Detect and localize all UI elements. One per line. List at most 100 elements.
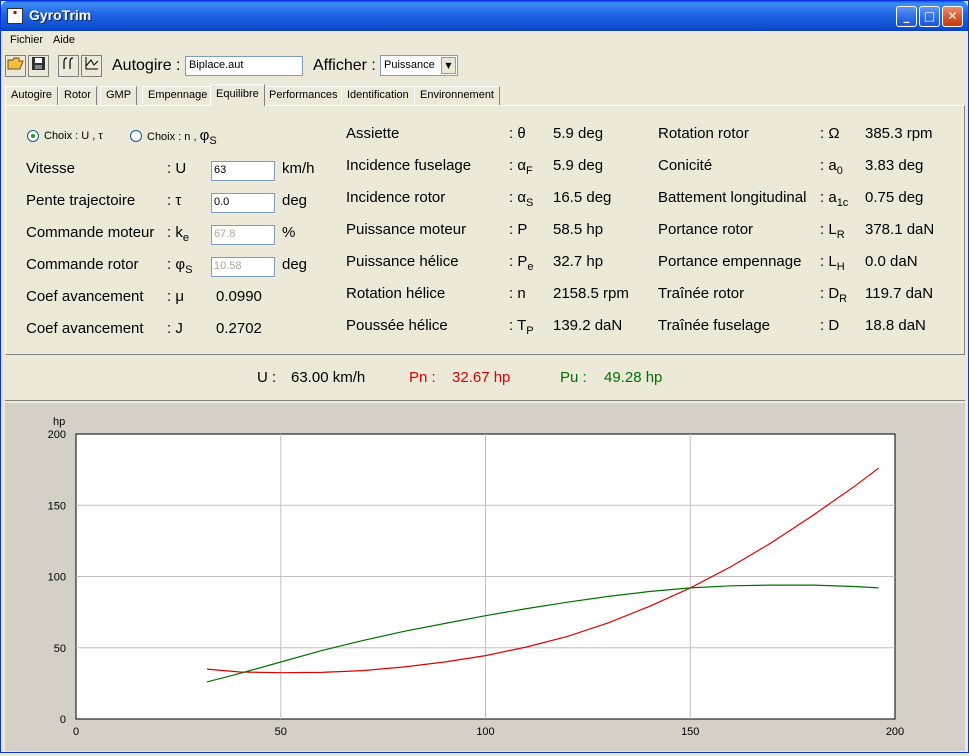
equilibre-panel: Choix : U , τ Choix : n , φS Vitesse: U 6… [5, 105, 965, 355]
tab-equilibre[interactable]: Equilibre [210, 84, 265, 106]
trim-icon[interactable] [58, 55, 79, 77]
input-symbol: : φS [167, 256, 193, 276]
tab-empennage[interactable]: Empennage [142, 86, 214, 105]
unit-label: deg [282, 256, 308, 273]
result-label: Incidence fuselage [346, 157, 472, 174]
title-bar[interactable]: ▪ GyroTrim _ □ ✕ [1, 1, 968, 31]
y-tick-label: 0 [60, 714, 66, 726]
input-symbol: : τ [167, 192, 182, 209]
value-field[interactable]: 10.58 [211, 257, 275, 277]
unit-label: km/h [282, 160, 315, 177]
afficher-select[interactable]: Puissance ▼ [380, 55, 458, 76]
result-value: 139.2 daN [553, 317, 623, 334]
result-value: 58.5 hp [553, 221, 604, 238]
autogire-label: Autogire : [112, 57, 181, 74]
result-symbol: : TP [509, 317, 534, 337]
result-label: Traînée fuselage [658, 317, 771, 334]
input-label: Vitesse [26, 160, 75, 177]
toolbar: Autogire : Biplace.aut Afficher : Puissa… [1, 52, 968, 82]
menu-aide[interactable]: Aide [53, 34, 75, 46]
result-value: 378.1 daN [865, 221, 935, 238]
y-tick-label: 150 [48, 500, 66, 512]
summary-pn-label: Pn : [409, 369, 436, 386]
close-button[interactable]: ✕ [942, 6, 963, 27]
value-field[interactable]: 63 [211, 161, 275, 181]
result-value: 5.9 deg [553, 125, 604, 142]
tab-performances[interactable]: Performances [263, 86, 344, 105]
result-label: Portance empennage [658, 253, 802, 270]
maximize-button[interactable]: □ [919, 6, 940, 27]
afficher-selected: Puissance [384, 59, 435, 71]
autogire-file-field[interactable]: Biplace.aut [185, 56, 303, 76]
value-field[interactable]: 67.8 [211, 225, 275, 245]
y-tick-label: 50 [54, 643, 66, 655]
result-value: 2158.5 rpm [553, 285, 629, 302]
result-value: 18.8 daN [865, 317, 926, 334]
summary-pu-label: Pu : [560, 369, 587, 386]
result-label: Assiette [346, 125, 400, 142]
result-value: 0.75 deg [865, 189, 924, 206]
input-label: Commande moteur [26, 224, 155, 241]
result-label: Puissance hélice [346, 253, 459, 270]
choice-u-tau-radio[interactable] [27, 130, 39, 142]
y-tick-label: 100 [48, 572, 66, 584]
x-tick-label: 200 [886, 726, 904, 738]
result-value: 119.7 daN [865, 285, 934, 302]
unit-label: deg [282, 192, 308, 209]
tab-rotor[interactable]: Rotor [58, 86, 97, 105]
input-label: Commande rotor [26, 256, 139, 273]
graph-icon[interactable] [81, 55, 102, 77]
summary-pn-value: 32.67 hp [452, 369, 511, 386]
choice-u-tau-label: Choix : U , τ [44, 130, 103, 142]
tab-identification[interactable]: Identification [341, 86, 415, 105]
minimize-button[interactable]: _ [896, 6, 917, 27]
x-tick-label: 50 [275, 726, 287, 738]
unit-label: % [282, 224, 296, 241]
result-value: 385.3 rpm [865, 125, 933, 142]
save-icon[interactable] [28, 55, 49, 77]
result-label: Incidence rotor [346, 189, 446, 206]
result-symbol: : a0 [820, 157, 843, 177]
input-label: Pente trajectoire [26, 192, 136, 209]
x-tick-label: 100 [476, 726, 494, 738]
tab-gmp[interactable]: GMP [100, 86, 138, 105]
result-symbol: : θ [509, 125, 526, 142]
result-symbol: : DR [820, 285, 848, 305]
result-value: 16.5 deg [553, 189, 612, 206]
result-label: Puissance moteur [346, 221, 467, 238]
value-readout: 0.2702 [216, 320, 262, 337]
tab-autogire[interactable]: Autogire [5, 86, 58, 105]
chevron-down-icon[interactable]: ▼ [441, 57, 456, 74]
app-window: ▪ GyroTrim _ □ ✕ Fichier Aide Autogire :… [0, 0, 969, 753]
result-label: Rotation hélice [346, 285, 446, 302]
input-symbol: : J [167, 320, 183, 337]
value-field[interactable]: 0.0 [211, 193, 275, 213]
chart-area: 0 50 100 150 200 0 50 100 150 200 hp [5, 403, 965, 751]
result-symbol: : αS [509, 189, 534, 209]
tab-environnement[interactable]: Environnement [414, 86, 500, 105]
y-axis-label: hp [53, 416, 65, 428]
open-folder-icon[interactable] [5, 55, 26, 77]
menu-bar: Fichier Aide [1, 31, 968, 51]
summary-pu-value: 49.28 hp [604, 369, 663, 386]
input-symbol: : ke [167, 224, 189, 244]
app-icon: ▪ [7, 8, 23, 24]
result-symbol: : D [820, 317, 840, 334]
result-value: 5.9 deg [553, 157, 604, 174]
menu-fichier[interactable]: Fichier [10, 34, 43, 46]
x-tick-label: 150 [681, 726, 699, 738]
result-symbol: : P [509, 221, 528, 238]
result-value: 32.7 hp [553, 253, 604, 270]
x-tick-label: 0 [73, 726, 79, 738]
choice-n-phi-radio[interactable] [130, 130, 142, 142]
power-chart: 0 50 100 150 200050100150200hp [48, 416, 905, 738]
summary-u-value: 63.00 km/h [291, 369, 366, 386]
result-label: Portance rotor [658, 221, 754, 238]
result-label: Rotation rotor [658, 125, 749, 142]
input-symbol: : U [167, 160, 187, 177]
result-symbol: : n [509, 285, 526, 302]
result-label: Conicité [658, 157, 713, 174]
y-tick-label: 200 [48, 429, 66, 441]
result-symbol: : Ω [820, 125, 840, 142]
result-label: Battement longitudinal [658, 189, 807, 206]
